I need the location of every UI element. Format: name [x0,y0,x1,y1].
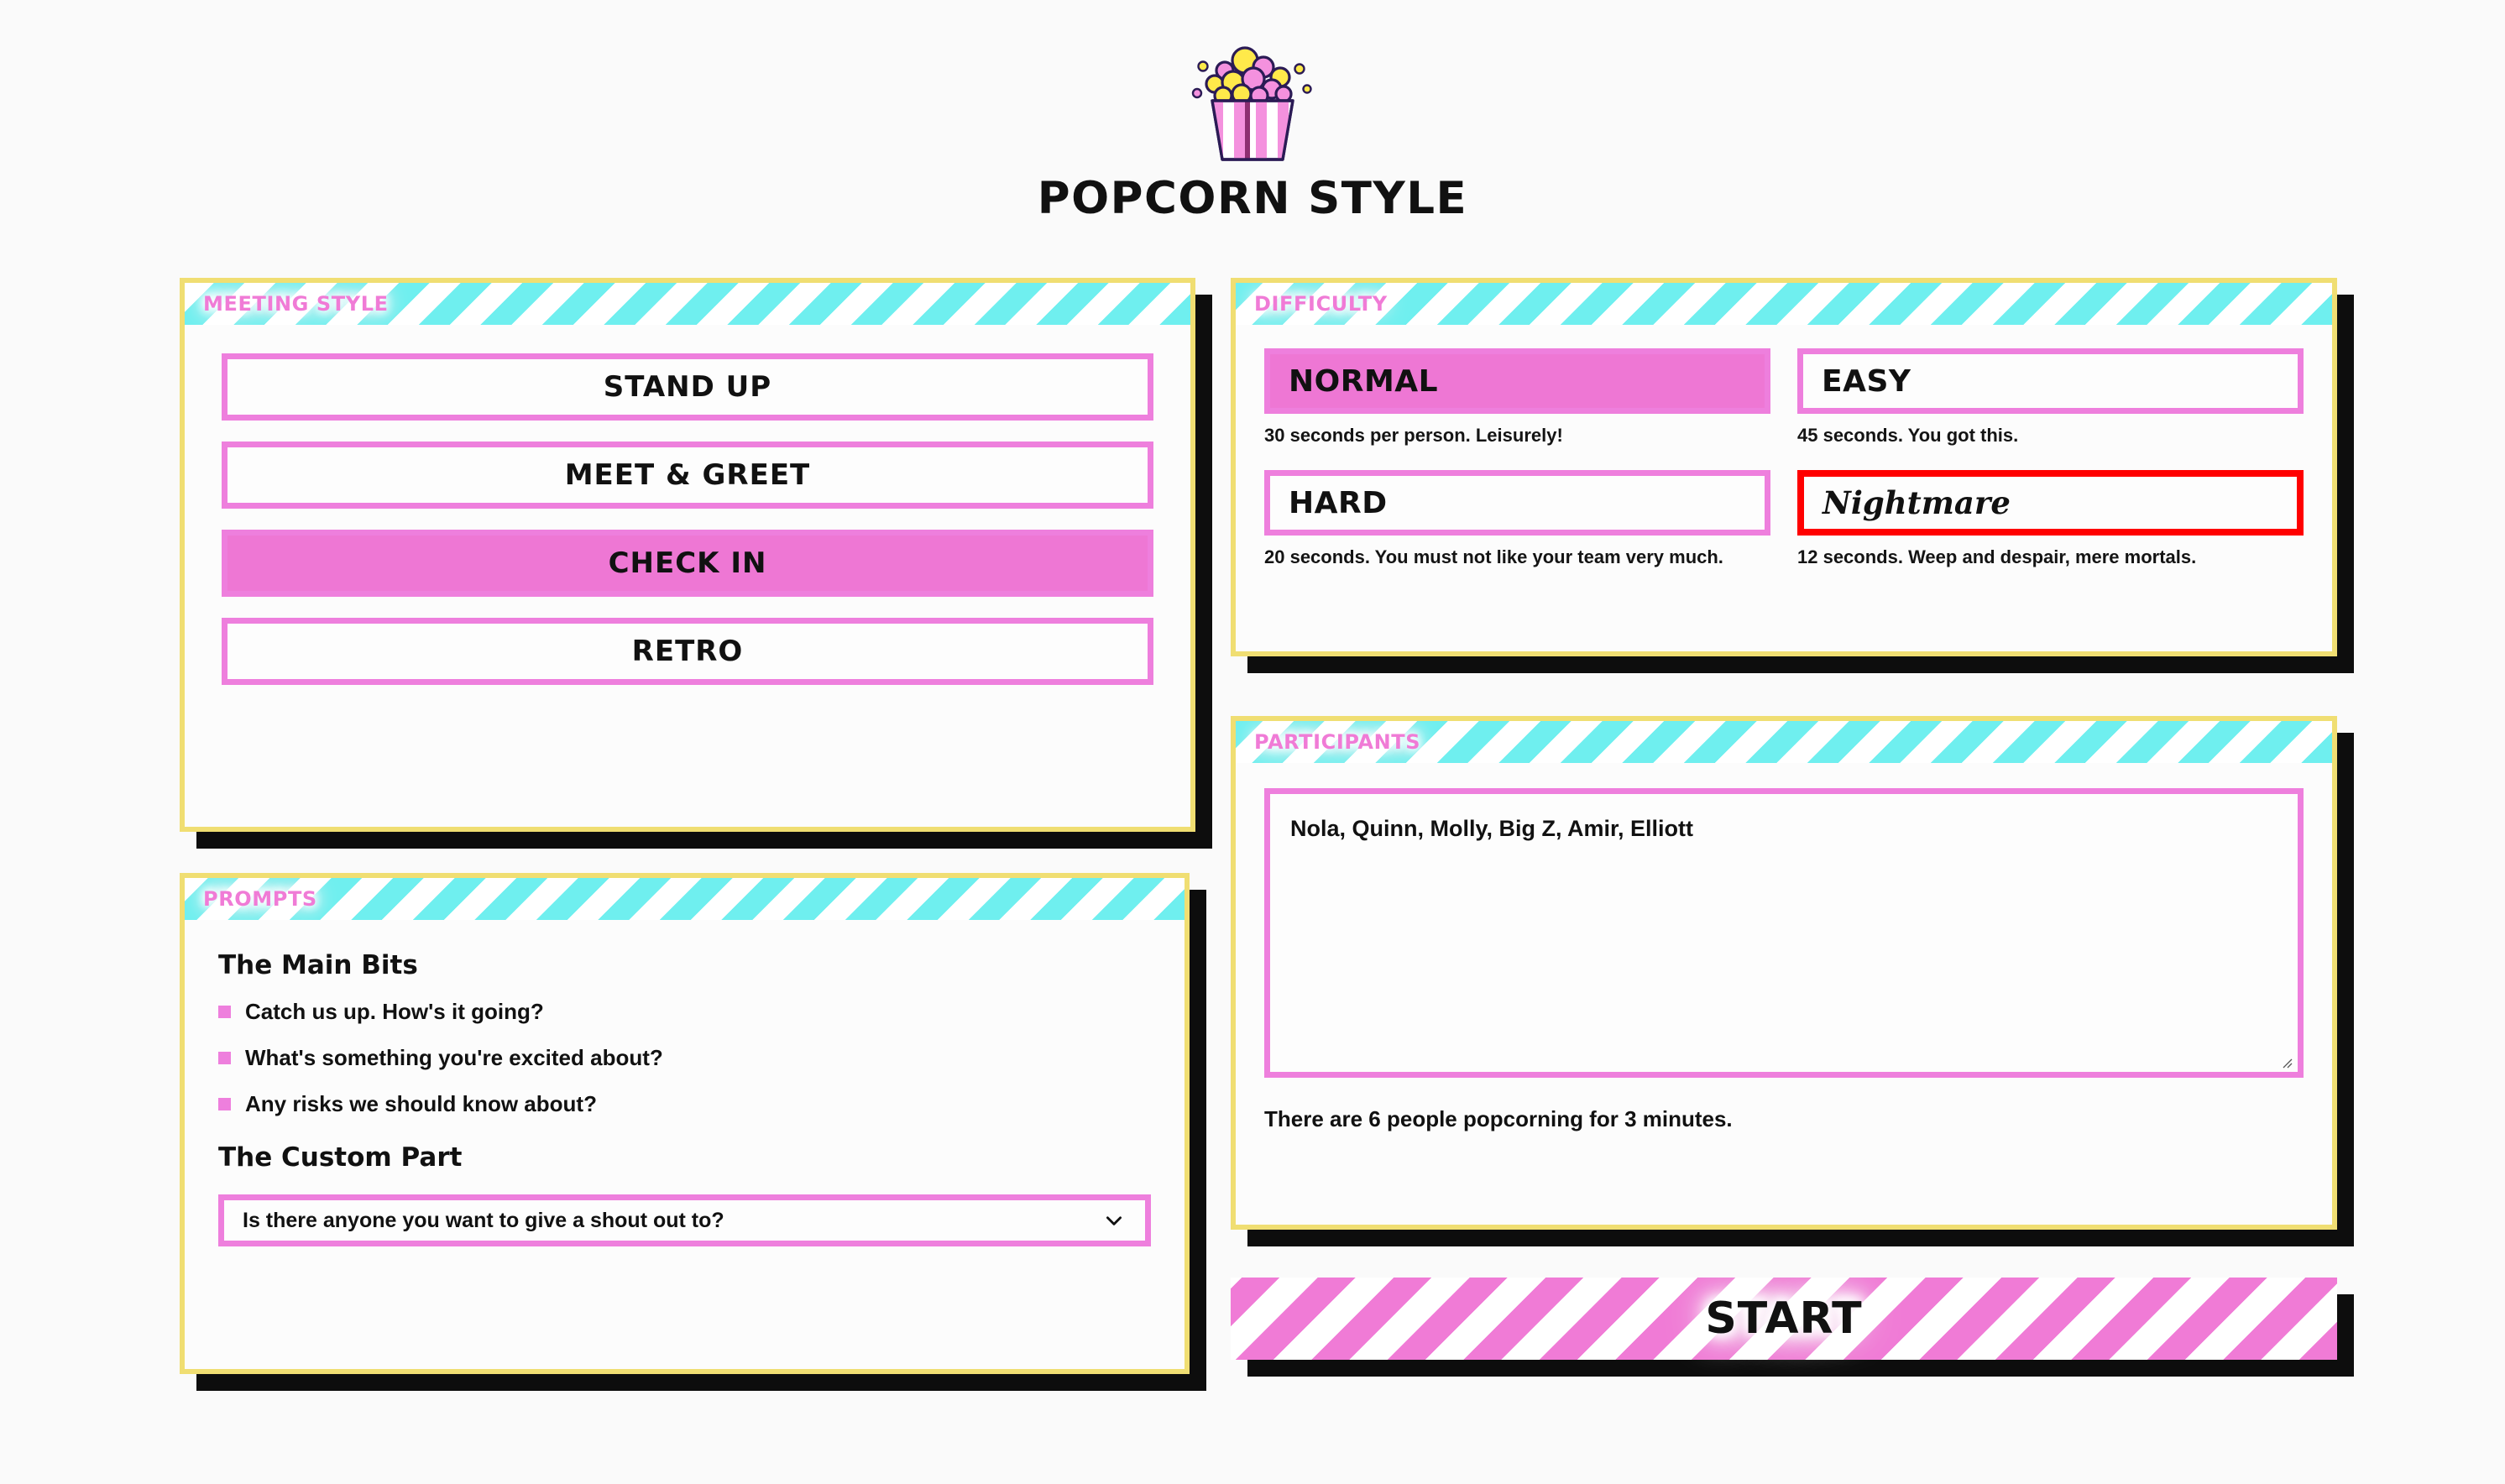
prompt-text: Catch us up. How's it going? [245,999,544,1024]
participants-names-input[interactable]: Nola, Quinn, Molly, Big Z, Amir, Elliott [1264,788,2304,1078]
difficulty-option-label: EASY [1822,363,1911,399]
prompts-panel-title: PROMPTS [203,887,317,911]
difficulty-options-grid: NORMAL 30 seconds per person. Leisurely!… [1264,348,2304,585]
meeting-style-option-label: STAND UP [603,370,772,404]
meeting-style-option-label: MEET & GREET [564,458,811,492]
prompts-custom-heading: The Custom Part [218,1142,463,1173]
meeting-style-panel-header: MEETING STYLE [185,283,1190,325]
difficulty-option-easy[interactable]: EASY [1797,348,2304,414]
meeting-style-option-check-in[interactable]: CHECK IN [222,530,1153,597]
list-item: Catch us up. How's it going? [218,999,1151,1025]
difficulty-option-note: 45 seconds. You got this. [1797,425,2019,446]
difficulty-panel-body: NORMAL 30 seconds per person. Leisurely!… [1236,325,2332,607]
difficulty-option-note: 20 seconds. You must not like your team … [1264,546,1723,567]
meeting-style-option-stand-up[interactable]: STAND UP [222,353,1153,421]
meeting-style-panel-title: MEETING STYLE [203,292,389,316]
meeting-style-option-meet-and-greet[interactable]: MEET & GREET [222,442,1153,509]
difficulty-option-label: Nightmare [1823,484,2011,521]
prompts-main-heading: The Main Bits [218,950,418,980]
meeting-style-panel: MEETING STYLE STAND UP MEET & GREET CHEC… [180,278,1195,832]
start-button[interactable]: START [1231,1278,2337,1360]
prompts-panel-header: PROMPTS [185,878,1185,920]
start-button-label: START [1705,1293,1863,1344]
participants-panel-body: Nola, Quinn, Molly, Big Z, Amir, Elliott… [1236,763,2332,1157]
prompt-text: What's something you're excited about? [245,1045,663,1070]
meeting-style-option-label: RETRO [631,635,744,668]
chevron-down-icon [1106,1216,1122,1225]
list-item: What's something you're excited about? [218,1045,1151,1071]
prompts-panel-body: The Main Bits Catch us up. How's it goin… [185,920,1185,1272]
difficulty-option-hard[interactable]: HARD [1264,470,1770,536]
app-root: POPCORN STYLE MEETING STYLE STAND UP MEE… [0,0,2505,1484]
prompts-list: Catch us up. How's it going? What's some… [218,999,1151,1117]
difficulty-cell-easy: EASY 45 seconds. You got this. [1797,348,2304,463]
difficulty-panel-title: DIFFICULTY [1254,292,1388,316]
difficulty-option-nightmare[interactable]: Nightmare [1797,470,2304,536]
participants-panel: PARTICIPANTS Nola, Quinn, Molly, Big Z, … [1231,716,2337,1230]
resize-grip-icon[interactable] [2280,1056,2293,1069]
brand-header: POPCORN STYLE [0,37,2505,221]
difficulty-option-normal[interactable]: NORMAL [1264,348,1770,414]
difficulty-option-label: HARD [1289,485,1388,520]
meeting-style-option-label: CHECK IN [608,546,767,580]
popcorn-bucket-icon [1191,46,1312,161]
participants-summary: There are 6 people popcorning for 3 minu… [1264,1106,1733,1131]
participants-panel-header: PARTICIPANTS [1236,721,2332,763]
prompt-text: Any risks we should know about? [245,1091,597,1116]
difficulty-option-note: 12 seconds. Weep and despair, mere morta… [1797,546,2197,567]
difficulty-option-note: 30 seconds per person. Leisurely! [1264,425,1563,446]
bullet-square-icon [218,1006,231,1018]
meeting-style-option-retro[interactable]: RETRO [222,618,1153,685]
prompts-panel: PROMPTS The Main Bits Catch us up. How's… [180,873,1190,1374]
difficulty-cell-hard: HARD 20 seconds. You must not like your … [1264,470,1770,585]
bullet-square-icon [218,1098,231,1110]
participants-panel-title: PARTICIPANTS [1254,730,1421,754]
custom-prompt-select-value: Is there anyone you want to give a shout… [243,1208,724,1232]
participants-names-value: Nola, Quinn, Molly, Big Z, Amir, Elliott [1290,816,1694,841]
difficulty-cell-normal: NORMAL 30 seconds per person. Leisurely! [1264,348,1770,463]
difficulty-option-label: NORMAL [1289,363,1439,399]
difficulty-panel-header: DIFFICULTY [1236,283,2332,325]
meeting-style-panel-body: STAND UP MEET & GREET CHECK IN RETRO [185,325,1190,718]
brand-title: POPCORN STYLE [1037,173,1468,224]
bullet-square-icon [218,1052,231,1064]
difficulty-panel: DIFFICULTY NORMAL 30 seconds per person.… [1231,278,2337,656]
list-item: Any risks we should know about? [218,1091,1151,1117]
custom-prompt-select[interactable]: Is there anyone you want to give a shout… [218,1194,1151,1246]
difficulty-cell-nightmare: Nightmare 12 seconds. Weep and despair, … [1797,470,2304,585]
